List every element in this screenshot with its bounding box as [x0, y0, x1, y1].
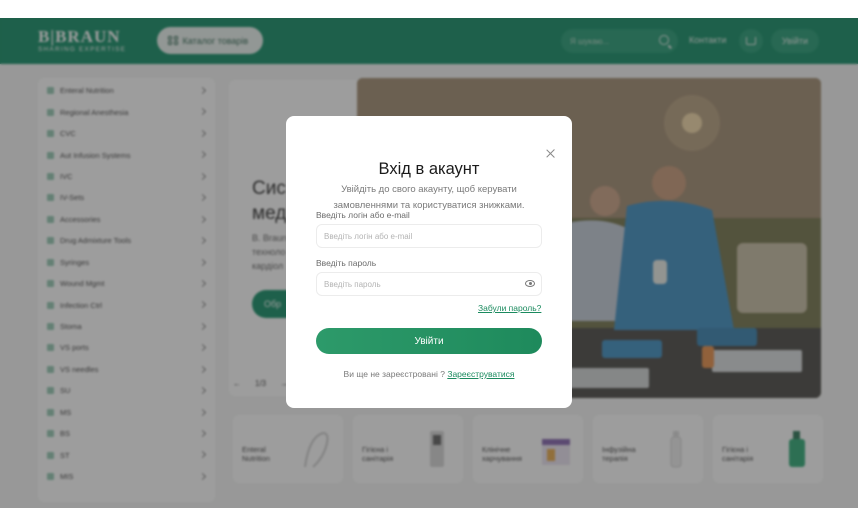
show-password-eye-icon[interactable] [525, 280, 535, 287]
register-prompt: Ви ще не зареєстровані ? [343, 369, 445, 379]
register-line: Ви ще не зареєстровані ? Зареєструватися [286, 369, 572, 379]
close-icon[interactable] [545, 148, 557, 160]
login-submit-button[interactable]: Увійти [316, 328, 542, 354]
login-field-label: Введіть логін або e-mail [316, 210, 410, 220]
login-field[interactable] [316, 224, 542, 248]
top-margin [0, 0, 858, 18]
bottom-margin [0, 508, 858, 524]
password-field[interactable] [316, 272, 542, 296]
modal-title: Вхід в акаунт [378, 160, 480, 178]
forgot-password-link[interactable]: Забули пароль? [478, 303, 541, 313]
password-field-label: Введіть пароль [316, 258, 377, 268]
register-link[interactable]: Зареєструватися [447, 369, 514, 379]
page: B|BRAUN SHARING EXPERTISE Каталог товарі… [0, 18, 858, 508]
